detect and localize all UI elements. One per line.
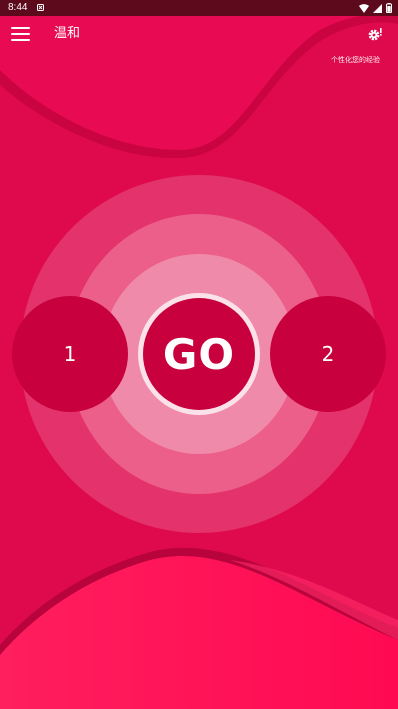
settings-alert-icon[interactable] (367, 26, 383, 42)
notification-icon (37, 4, 44, 11)
option-1-button[interactable]: 1 (12, 296, 128, 412)
signal-icon (373, 3, 382, 13)
option-2-button[interactable]: 2 (270, 296, 386, 412)
battery-icon (386, 3, 392, 13)
status-bar: 8:44 (0, 0, 398, 16)
status-icons (359, 3, 392, 13)
menu-button[interactable] (10, 25, 32, 43)
go-button[interactable]: GO (143, 298, 255, 410)
status-time: 8:44 (8, 2, 28, 13)
personalize-experience-link[interactable]: 个性化您的经验 (331, 56, 380, 65)
hamburger-menu-icon (11, 27, 30, 29)
app-screen: 8:44 温和 个性化您的经验 1 2 GO (0, 0, 398, 709)
wifi-icon (359, 3, 369, 13)
page-title: 温和 (54, 26, 81, 41)
